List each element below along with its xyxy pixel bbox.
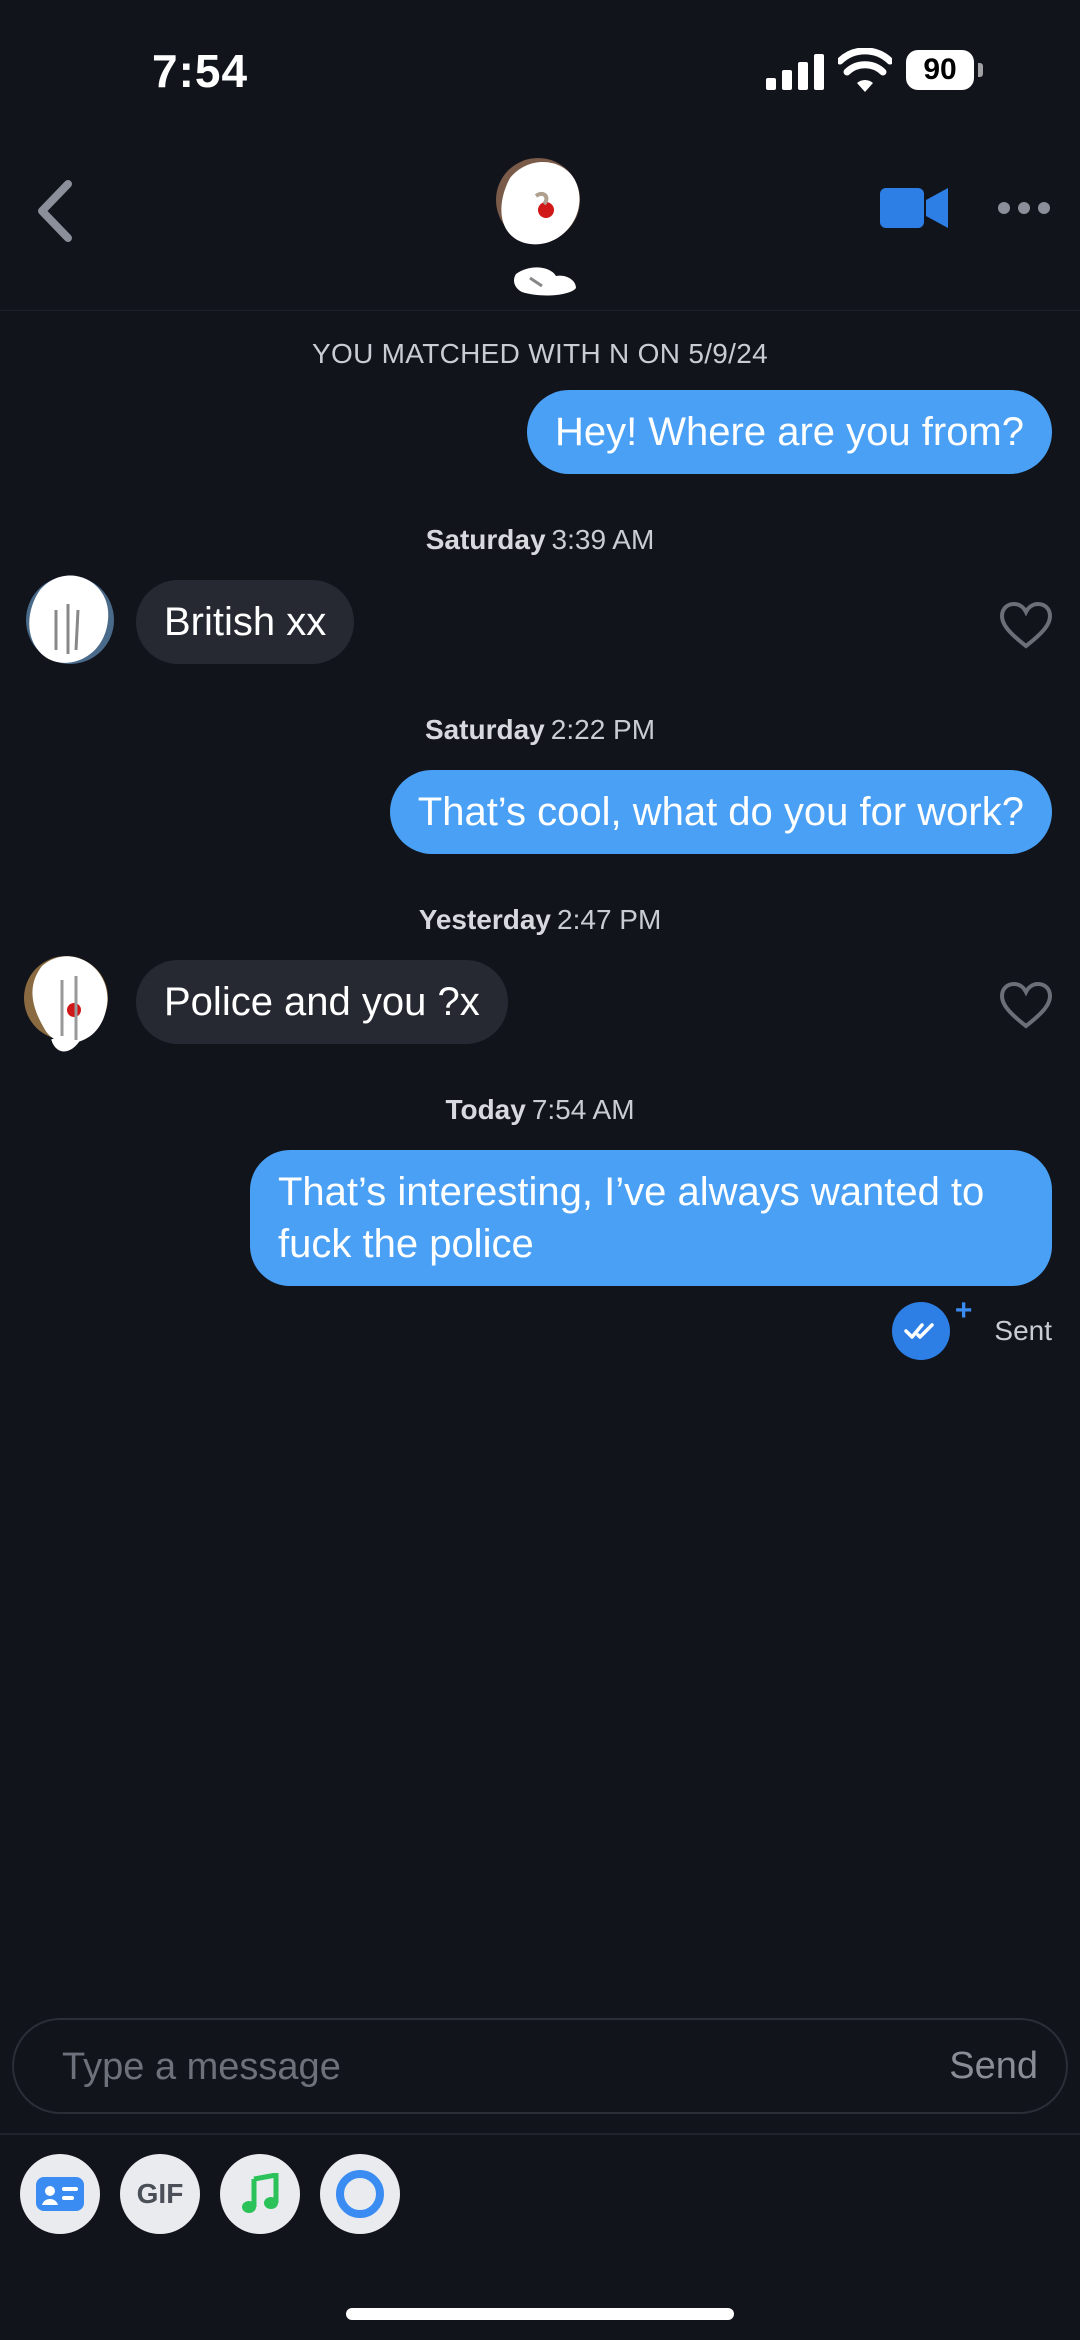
status-bar: 7:54 90 — [0, 0, 1080, 130]
heart-icon[interactable] — [1000, 602, 1052, 650]
gif-label: GIF — [136, 2178, 184, 2209]
timestamp-day: Saturday — [425, 524, 546, 555]
timestamp-day: Saturday — [424, 714, 545, 745]
message-composer: Send — [12, 2018, 1068, 2114]
message-timestamp: Saturday 3:39 AM — [0, 524, 1080, 556]
status-time: 7:54 — [152, 45, 249, 97]
gif-button[interactable]: GIF — [120, 2154, 200, 2234]
battery-indicator: 90 — [906, 50, 984, 92]
timestamp-time: 2:22 PM — [550, 714, 656, 745]
timestamp-time: 7:54 AM — [531, 1094, 635, 1125]
timestamp-day: Yesterday — [418, 904, 552, 935]
message-timestamp: Saturday 2:22 PM — [0, 714, 1080, 746]
toolbar-divider — [0, 2133, 1080, 2135]
battery-level: 90 — [906, 50, 974, 90]
message-incoming[interactable]: Police and you ?x — [136, 960, 508, 1044]
circle-ring-icon — [336, 2170, 384, 2218]
sender-avatar[interactable] — [16, 560, 124, 678]
id-card-button[interactable] — [20, 2154, 100, 2234]
timestamp-time: 3:39 AM — [551, 524, 655, 555]
home-indicator — [346, 2308, 734, 2320]
match-avatar[interactable] — [490, 148, 590, 258]
sent-status: + Sent — [892, 1294, 1052, 1360]
cellular-signal-icon — [766, 54, 824, 90]
chat-header — [0, 130, 1080, 311]
id-card-icon — [36, 2177, 84, 2211]
music-note-icon — [242, 2173, 279, 2213]
sent-label: Sent — [994, 1315, 1052, 1346]
message-incoming[interactable]: British xx — [136, 580, 355, 664]
sender-avatar[interactable] — [16, 940, 124, 1058]
message-input[interactable] — [60, 2020, 884, 2114]
sent-plus: + — [954, 1294, 973, 1327]
timestamp-time: 2:47 PM — [557, 904, 662, 935]
circle-button[interactable] — [320, 2154, 400, 2234]
double-check-icon: + — [892, 1294, 972, 1360]
more-options-icon[interactable] — [996, 198, 1052, 218]
match-notice: YOU MATCHED WITH N ON 5/9/24 — [312, 338, 768, 369]
back-chevron-icon[interactable] — [30, 176, 80, 246]
message-outgoing[interactable]: That’s interesting, I’ve always wanted t… — [250, 1150, 1052, 1286]
heart-icon[interactable] — [1000, 982, 1052, 1030]
wifi-icon — [838, 48, 892, 92]
music-button[interactable] — [220, 2154, 300, 2234]
message-outgoing[interactable]: Hey! Where are you from? — [526, 390, 1052, 474]
message-outgoing[interactable]: That’s cool, what do you for work? — [389, 770, 1052, 854]
message-timestamp: Today 7:54 AM — [0, 1094, 1080, 1126]
timestamp-day: Today — [445, 1094, 526, 1125]
match-name-redacted — [514, 267, 576, 296]
video-call-icon[interactable] — [880, 184, 950, 232]
battery-tip — [978, 63, 983, 77]
message-timestamp: Yesterday 2:47 PM — [0, 904, 1080, 936]
send-button[interactable]: Send — [939, 2020, 1048, 2112]
